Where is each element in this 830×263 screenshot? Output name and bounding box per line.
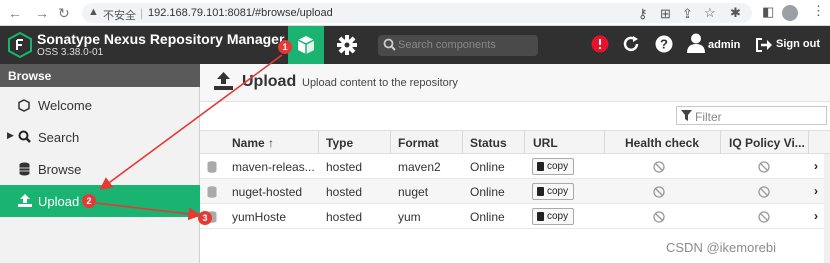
annotation-arrows [95, 54, 283, 221]
watermark: CSDN @ikemorebi [666, 240, 776, 255]
annotation-badge: 3 [198, 211, 212, 225]
annotation-badge: 2 [82, 194, 96, 208]
annotation-badge: 1 [278, 40, 292, 54]
annotation-arrow [99, 54, 283, 190]
annotation-arrow [95, 202, 202, 221]
